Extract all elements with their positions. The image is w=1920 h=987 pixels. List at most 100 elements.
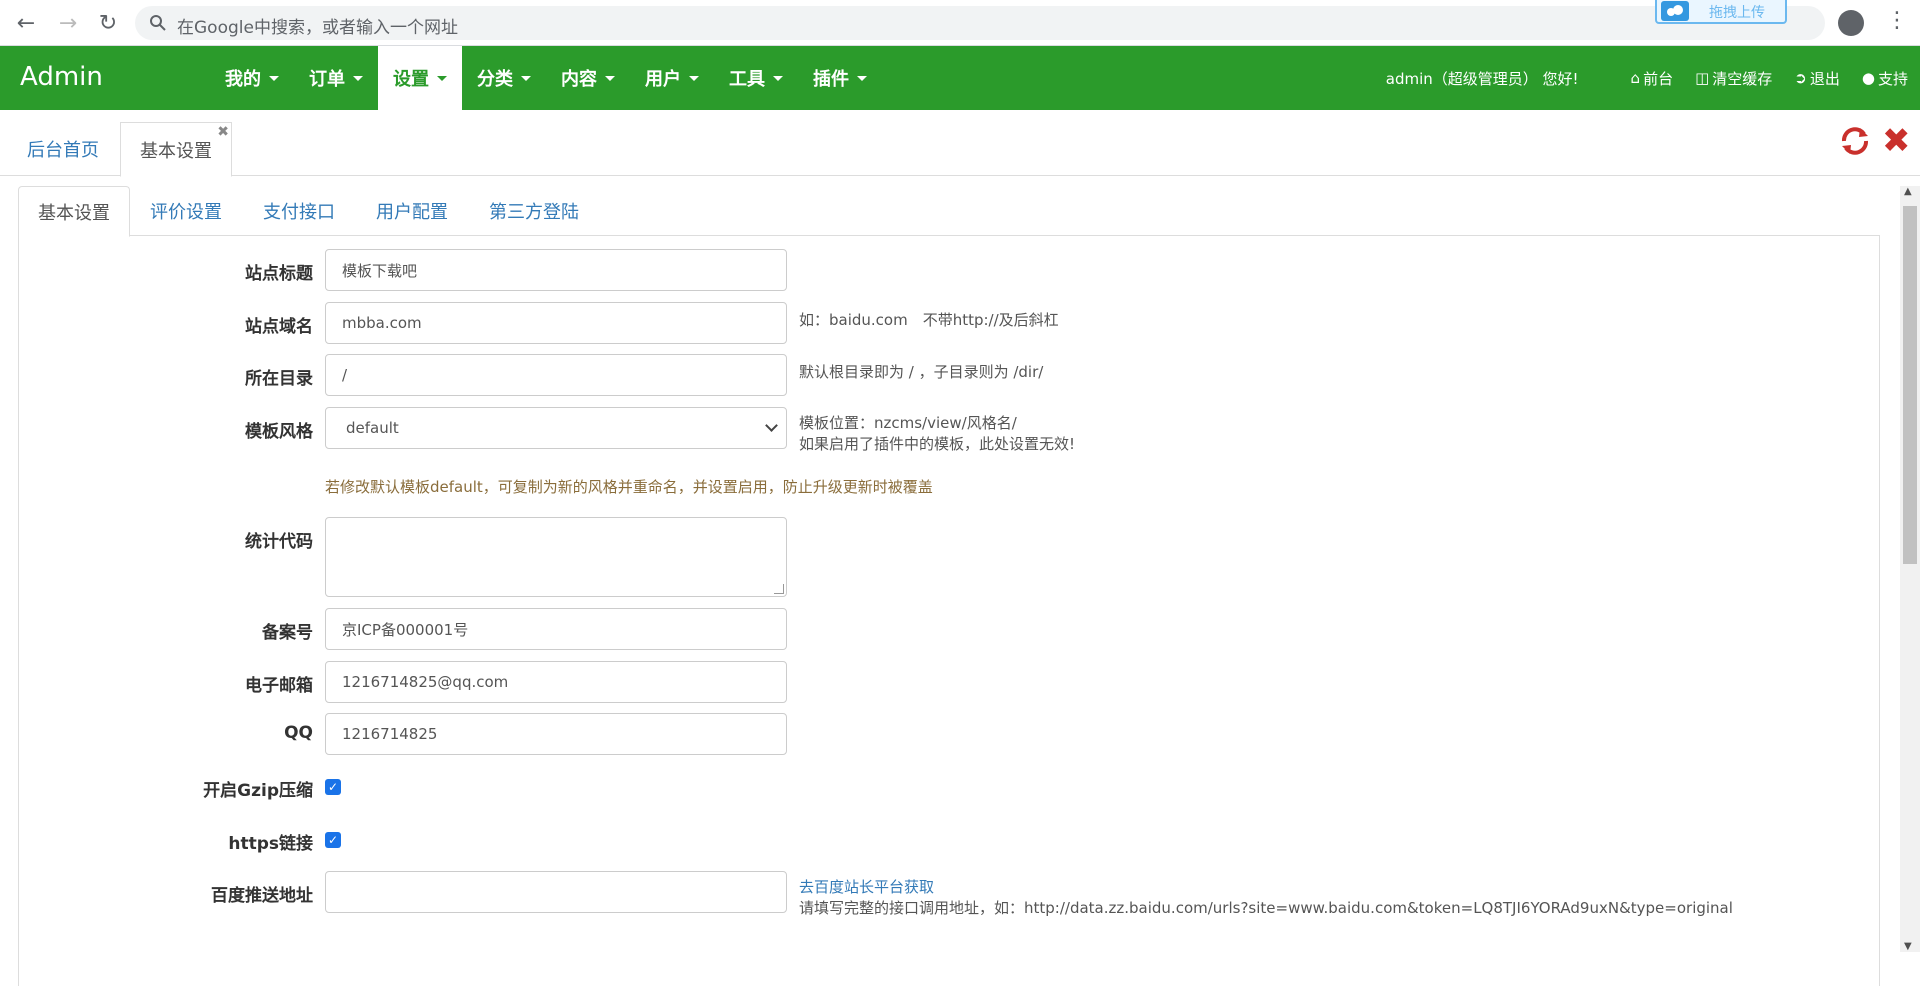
caret-down-icon bbox=[605, 75, 615, 81]
template-select[interactable]: default bbox=[325, 407, 787, 449]
nav-mine[interactable]: 我的 bbox=[210, 46, 294, 110]
page-scrollbar[interactable]: ▲ ▼ bbox=[1900, 186, 1920, 952]
upload-label: 拖拽上传 bbox=[1709, 5, 1765, 21]
user-greeting: admin（超级管理员） 您好! bbox=[1385, 69, 1579, 88]
site-title-input[interactable]: 模板下载吧 bbox=[325, 249, 787, 291]
select-value: default bbox=[346, 419, 399, 437]
subtab-basic[interactable]: 基本设置 bbox=[18, 186, 130, 237]
chevron-down-icon bbox=[765, 419, 778, 432]
close-page-icon[interactable]: ✖ bbox=[1882, 124, 1911, 158]
tab-label: 基本设置 bbox=[140, 140, 212, 162]
subtab-label: 支付接口 bbox=[263, 202, 335, 223]
field-label: 电子邮箱 bbox=[245, 676, 313, 696]
icp-input[interactable]: 京ICP备000001号 bbox=[325, 608, 787, 650]
baidu-platform-link[interactable]: 去百度站长平台获取 bbox=[799, 877, 1733, 898]
upload-widget[interactable]: 拖拽上传 bbox=[1655, 0, 1787, 24]
scroll-thumb[interactable] bbox=[1903, 206, 1917, 564]
nav-label: 工具 bbox=[729, 69, 765, 90]
link-label: 支持 bbox=[1877, 69, 1908, 88]
qq-input[interactable]: 1216714825 bbox=[325, 713, 787, 755]
support-link[interactable]: ● 支持 bbox=[1862, 68, 1908, 89]
caret-down-icon bbox=[521, 75, 531, 81]
field-label: 百度推送地址 bbox=[211, 886, 313, 906]
back-icon[interactable]: ← bbox=[12, 9, 40, 37]
caret-down-icon bbox=[353, 75, 363, 81]
field-label: https链接 bbox=[228, 834, 313, 854]
help-text: 去百度站长平台获取 请填写完整的接口调用地址，如：http://data.zz.… bbox=[799, 877, 1733, 919]
subtab-label: 用户配置 bbox=[376, 202, 448, 223]
site-domain-input[interactable]: mbba.com bbox=[325, 302, 787, 344]
nav-plugins[interactable]: 插件 bbox=[798, 46, 882, 110]
close-tab-icon[interactable]: ✖ bbox=[217, 124, 229, 140]
nav-category[interactable]: 分类 bbox=[462, 46, 546, 110]
page-tabs: 后台首页 基本设置 ✖ bbox=[0, 110, 1920, 177]
caret-down-icon bbox=[437, 75, 447, 81]
resize-handle-icon[interactable] bbox=[774, 584, 784, 594]
refresh-icon[interactable] bbox=[1838, 124, 1872, 158]
subtab-user-config[interactable]: 用户配置 bbox=[357, 186, 467, 236]
settings-form: 站点标题 模板下载吧 站点域名 mbba.com 如：baidu.com 不带h… bbox=[18, 236, 1880, 986]
subtab-label: 第三方登陆 bbox=[489, 202, 579, 223]
link-label: 退出 bbox=[1809, 69, 1840, 88]
nav-orders[interactable]: 订单 bbox=[294, 46, 378, 110]
caret-down-icon bbox=[689, 75, 699, 81]
forward-icon[interactable]: → bbox=[54, 9, 82, 37]
help-text: 如：baidu.com 不带http://及后斜杠 bbox=[799, 311, 1059, 329]
field-label: 所在目录 bbox=[245, 369, 313, 389]
settings-panel: 基本设置 评价设置 支付接口 用户配置 第三方登陆 站点标题 模板下载吧 站点域… bbox=[18, 186, 1880, 986]
subtab-third-party-login[interactable]: 第三方登陆 bbox=[470, 186, 598, 236]
trash-icon: ◫ bbox=[1695, 69, 1710, 87]
nav-label: 我的 bbox=[225, 69, 261, 90]
clear-cache-link[interactable]: ◫ 清空缓存 bbox=[1695, 68, 1772, 89]
logout-icon: ➲ bbox=[1794, 69, 1807, 87]
nav-label: 用户 bbox=[645, 69, 681, 90]
caret-down-icon bbox=[773, 75, 783, 81]
account-icon[interactable] bbox=[1838, 10, 1864, 36]
more-menu-icon[interactable]: ⋮ bbox=[1886, 8, 1908, 33]
omnibox[interactable]: 在Google中搜索，或者输入一个网址 bbox=[135, 6, 1825, 40]
admin-header: Admin 我的 订单 设置 分类 内容 用户 工具 插件 admin（超级管理… bbox=[0, 46, 1920, 110]
stats-code-textarea[interactable] bbox=[325, 517, 787, 597]
help-line: 请填写完整的接口调用地址，如：http://data.zz.baidu.com/… bbox=[799, 899, 1733, 917]
tab-basic-settings[interactable]: 基本设置 ✖ bbox=[120, 122, 232, 177]
nav-tools[interactable]: 工具 bbox=[714, 46, 798, 110]
home-icon: ⌂ bbox=[1630, 69, 1641, 87]
field-label: 备案号 bbox=[262, 623, 313, 643]
help-line: 如果启用了插件中的模板，此处设置无效! bbox=[799, 435, 1076, 453]
frontend-link[interactable]: ⌂ 前台 bbox=[1631, 68, 1674, 89]
nav-users[interactable]: 用户 bbox=[630, 46, 714, 110]
caret-down-icon bbox=[269, 75, 279, 81]
field-label: 站点域名 bbox=[245, 317, 313, 337]
https-checkbox[interactable]: ✓ bbox=[325, 832, 341, 848]
link-label: 前台 bbox=[1643, 69, 1674, 88]
directory-input[interactable]: / bbox=[325, 354, 787, 396]
nav-label: 订单 bbox=[309, 69, 345, 90]
top-nav: 我的 订单 设置 分类 内容 用户 工具 插件 bbox=[210, 46, 882, 110]
nav-label: 内容 bbox=[561, 69, 597, 90]
nav-content[interactable]: 内容 bbox=[546, 46, 630, 110]
scroll-up-icon[interactable]: ▲ bbox=[1904, 186, 1912, 197]
nav-settings[interactable]: 设置 bbox=[378, 46, 462, 110]
nav-label: 设置 bbox=[393, 69, 429, 90]
help-text: 默认根目录即为 / ，子目录则为 /dir/ bbox=[799, 363, 1044, 381]
link-label: 清空缓存 bbox=[1712, 69, 1773, 88]
gzip-checkbox[interactable]: ✓ bbox=[325, 779, 341, 795]
omnibox-placeholder: 在Google中搜索，或者输入一个网址 bbox=[177, 18, 458, 38]
nav-label: 插件 bbox=[813, 69, 849, 90]
nav-label: 分类 bbox=[477, 69, 513, 90]
field-label: 统计代码 bbox=[245, 532, 313, 552]
tab-dashboard[interactable]: 后台首页 bbox=[8, 122, 118, 176]
user-icon: ● bbox=[1861, 69, 1875, 87]
field-label: 站点标题 bbox=[245, 264, 313, 284]
email-input[interactable]: 1216714825@qq.com bbox=[325, 661, 787, 703]
reload-icon[interactable]: ↻ bbox=[94, 9, 122, 37]
subtab-review[interactable]: 评价设置 bbox=[131, 186, 241, 236]
subtab-payment[interactable]: 支付接口 bbox=[244, 186, 354, 236]
scroll-down-icon[interactable]: ▼ bbox=[1904, 941, 1912, 952]
baidu-push-input[interactable] bbox=[325, 871, 787, 913]
field-label: 模板风格 bbox=[245, 422, 313, 442]
settings-subtabs: 基本设置 评价设置 支付接口 用户配置 第三方登陆 bbox=[18, 186, 1880, 237]
logout-link[interactable]: ➲ 退出 bbox=[1794, 68, 1840, 89]
brand-logo[interactable]: Admin bbox=[20, 62, 103, 92]
tab-label: 后台首页 bbox=[27, 140, 99, 161]
